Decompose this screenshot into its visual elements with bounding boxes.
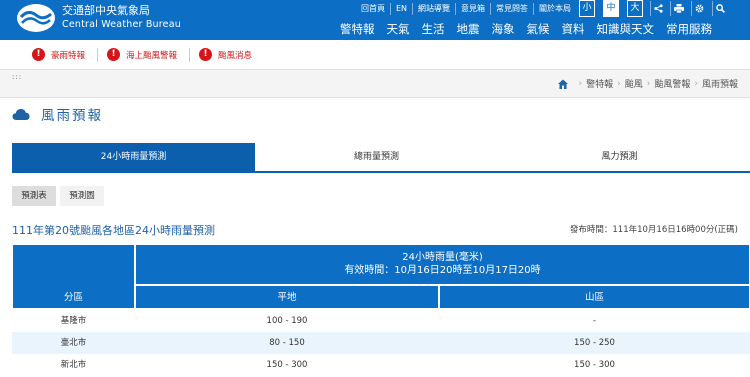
print-icon[interactable] xyxy=(670,1,686,16)
page-title-text: 風雨預報 xyxy=(41,108,103,124)
alert-label: 颱風消息 xyxy=(218,50,253,61)
link-home[interactable]: 回首頁 xyxy=(356,3,390,15)
cloud-icon xyxy=(12,109,30,120)
chevron-right-icon: › xyxy=(578,78,583,89)
cell-region: 臺北市 xyxy=(60,338,87,348)
site-header: 交通部中央氣象局 Central Weather Bureau 回首頁 EN 網… xyxy=(0,0,750,40)
link-about[interactable]: 關於本局 xyxy=(533,3,576,15)
breadcrumb-item[interactable]: 警特報 xyxy=(586,77,613,90)
table-title: 111年第20號颱風各地區24小時雨量預測 xyxy=(12,224,215,237)
search-icon[interactable] xyxy=(712,1,728,16)
breadcrumb: › 警特報 › 颱風 › 颱風警報 › 風雨預報 xyxy=(557,77,738,90)
accesskey-anchor[interactable]: ::: xyxy=(12,73,22,81)
breadcrumb-bar: ::: › 警特報 › 颱風 › 颱風警報 › 風雨預報 xyxy=(0,70,750,98)
breadcrumb-current: 風雨預報 xyxy=(701,80,738,90)
alert-heavy-rain[interactable]: ! 豪雨特報 xyxy=(32,48,85,61)
chevron-right-icon: › xyxy=(617,78,621,89)
nav-climate[interactable]: 氣候 xyxy=(527,21,550,37)
header-mountain: 山區 xyxy=(439,285,750,309)
warning-icon: ! xyxy=(199,48,212,61)
font-size-large-button[interactable]: 大 xyxy=(627,0,643,17)
cell-mountain: - xyxy=(592,316,597,326)
header-valid-time: 有效時間：10月16日20時至10月17日20時 xyxy=(344,265,541,276)
link-faq[interactable]: 常見問答 xyxy=(490,3,533,15)
table-row: 新北市 150 - 300 150 - 300 xyxy=(12,354,750,376)
link-feedback[interactable]: 意見箱 xyxy=(455,3,490,15)
brand-name-en: Central Weather Bureau xyxy=(62,19,181,30)
share-icon[interactable] xyxy=(650,1,666,16)
tab-24hr-rainfall[interactable]: 24小時雨量預測 xyxy=(12,143,255,172)
publish-time: 發布時間：111年10月16日16時00分(正碼) xyxy=(569,225,738,235)
header-flatland: 平地 xyxy=(135,285,439,309)
subtab-table[interactable]: 預測表 xyxy=(12,186,56,206)
nav-life[interactable]: 生活 xyxy=(422,21,445,37)
tab-total-rainfall[interactable]: 總雨量預測 xyxy=(255,143,498,172)
chevron-right-icon: › xyxy=(646,78,651,89)
alert-label: 豪雨特報 xyxy=(51,50,86,61)
chevron-right-icon: › xyxy=(694,78,698,89)
forecast-tabs: 24小時雨量預測 總雨量預測 風力預測 xyxy=(12,143,750,173)
cwb-logo[interactable] xyxy=(16,3,56,33)
brand-name-zh: 交通部中央氣象局 xyxy=(62,4,150,17)
cell-region: 新北市 xyxy=(60,360,87,370)
header-rainfall: 24小時雨量(毫米) 有效時間：10月16日20時至10月17日20時 xyxy=(135,244,750,285)
top-links: 回首頁 EN 網站導覽 意見箱 常見問答 關於本局 xyxy=(356,1,576,17)
nav-data[interactable]: 資料 xyxy=(562,21,585,37)
divider xyxy=(189,48,190,62)
nav-marine[interactable]: 海象 xyxy=(492,21,515,37)
link-english[interactable]: EN xyxy=(390,3,412,15)
alert-bar: ! 豪雨特報 ! 海上颱風警報 ! 颱風消息 xyxy=(0,40,750,70)
gear-icon[interactable] xyxy=(691,1,707,16)
cell-flat: 80 - 150 xyxy=(269,338,305,348)
nav-weather[interactable]: 天氣 xyxy=(387,21,410,37)
subtab-map[interactable]: 預測圖 xyxy=(60,186,104,206)
nav-services[interactable]: 常用服務 xyxy=(666,21,712,37)
divider xyxy=(97,48,98,62)
cell-region: 基隆市 xyxy=(60,316,87,326)
font-size-small-button[interactable]: 小 xyxy=(579,0,595,17)
cell-mountain: 150 - 250 xyxy=(574,338,615,348)
header-rainfall-title: 24小時雨量(毫米) xyxy=(402,252,483,263)
home-icon[interactable] xyxy=(557,78,569,90)
warning-icon: ! xyxy=(107,48,120,61)
nav-knowledge[interactable]: 知識與天文 xyxy=(597,21,655,37)
link-sitemap[interactable]: 網站導覽 xyxy=(412,3,455,15)
cell-mountain: 150 - 300 xyxy=(574,360,615,370)
page-title: 風雨預報 xyxy=(12,104,103,124)
alert-sea-typhoon[interactable]: ! 海上颱風警報 xyxy=(107,48,177,61)
nav-warnings[interactable]: 警特報 xyxy=(340,21,375,37)
tab-wind-forecast[interactable]: 風力預測 xyxy=(498,143,741,172)
alert-typhoon-news[interactable]: ! 颱風消息 xyxy=(199,48,252,61)
font-size-medium-button[interactable]: 中 xyxy=(603,0,619,17)
table-row: 基隆市 100 - 190 - xyxy=(12,310,750,332)
main-nav: 警特報 天氣 生活 地震 海象 氣候 資料 知識與天文 常用服務 xyxy=(340,21,724,37)
brand[interactable]: 交通部中央氣象局 Central Weather Bureau xyxy=(62,4,181,31)
table-row: 臺北市 80 - 150 150 - 250 xyxy=(12,332,750,354)
warning-icon: ! xyxy=(32,48,45,61)
alert-label: 海上颱風警報 xyxy=(126,50,178,61)
nav-earthquake[interactable]: 地震 xyxy=(457,21,480,37)
header-region: 分區 xyxy=(12,244,135,309)
cell-flat: 150 - 300 xyxy=(266,360,308,370)
breadcrumb-item[interactable]: 颱風 xyxy=(625,77,643,90)
breadcrumb-item[interactable]: 颱風警報 xyxy=(654,77,690,90)
cell-flat: 100 - 190 xyxy=(266,316,308,326)
